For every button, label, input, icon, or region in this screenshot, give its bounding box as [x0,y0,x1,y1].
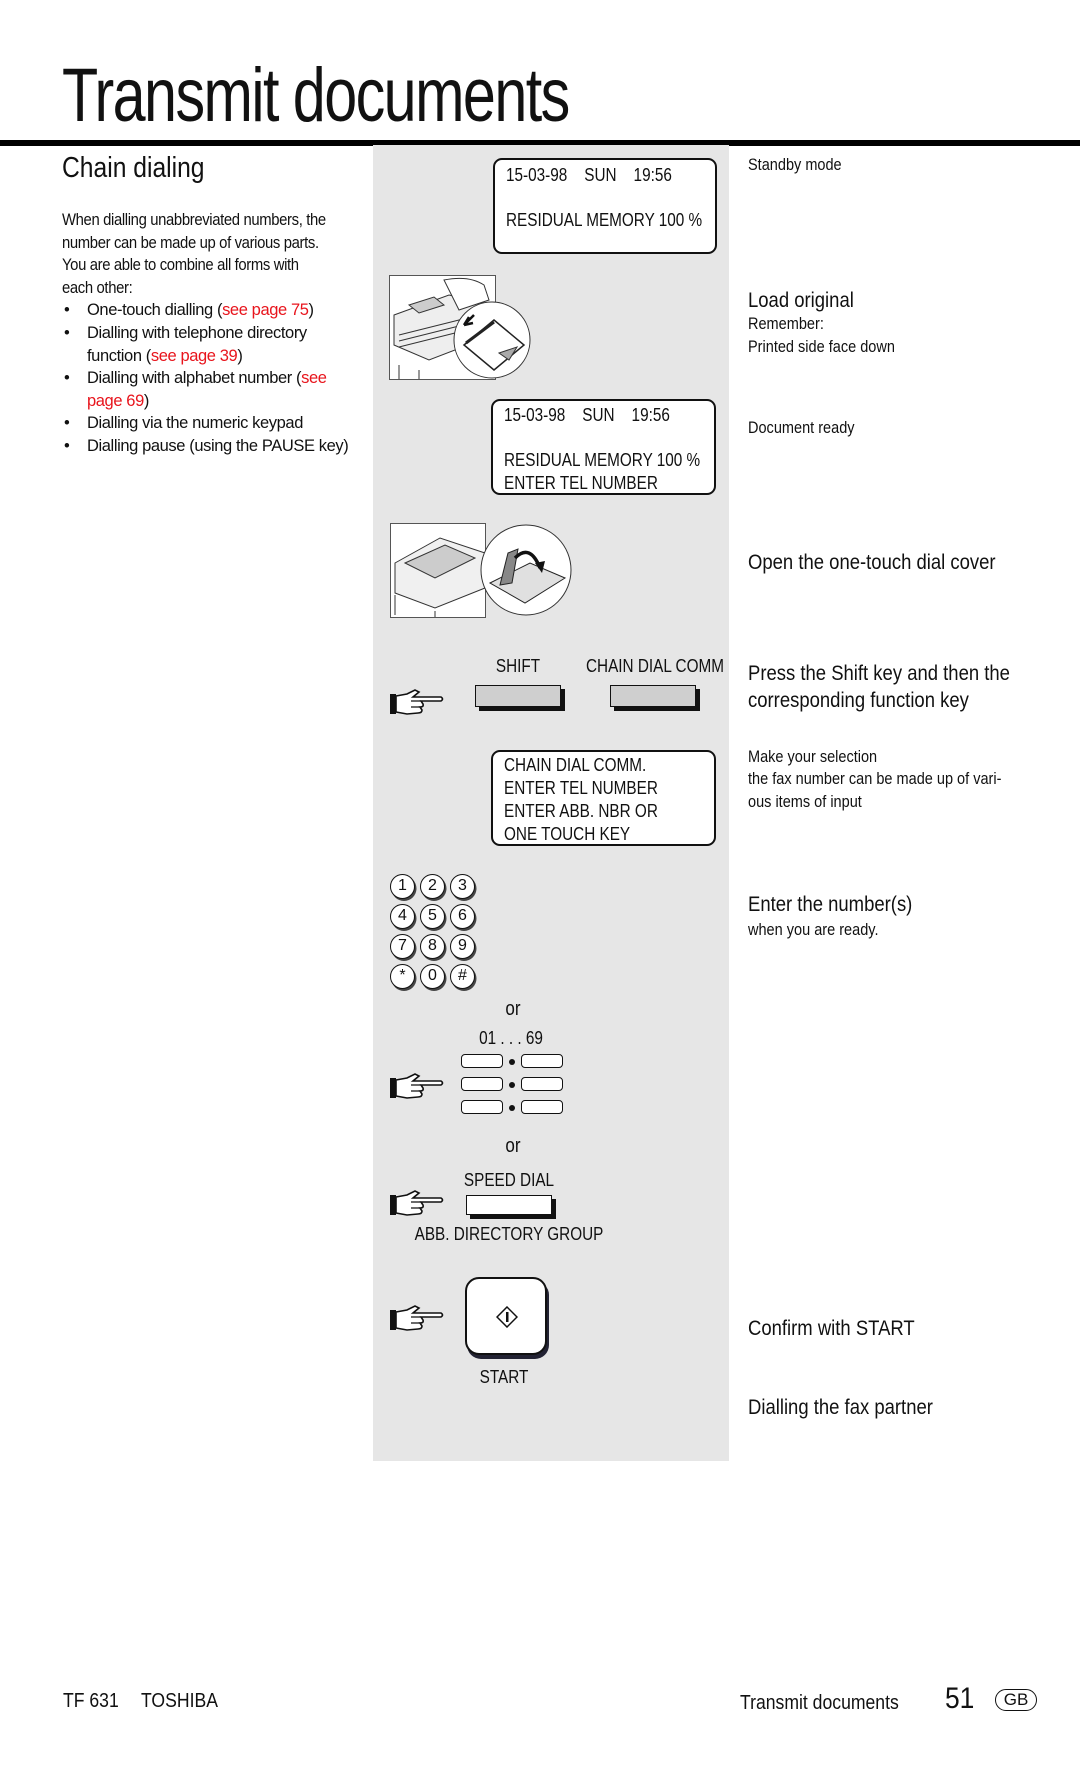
step-printed-side: Printed side face down [748,338,895,356]
bullet-item: Dialling pause (using the PAUSE key) [62,435,362,458]
step-dialling: Dialling the fax partner [748,1396,933,1419]
start-diamond-icon [496,1306,518,1328]
or-label: or [505,1135,521,1157]
intro-line: You are able to combine all forms with [62,256,299,275]
lcd-line: ENTER TEL NUMBER [504,473,658,493]
key-9[interactable]: 9 [450,934,475,959]
step-remember: Remember: [748,315,824,333]
chain-dial-comm-key[interactable] [610,685,696,707]
step-standby: Standby mode [748,156,842,174]
one-touch-key[interactable] [521,1077,563,1091]
dot [509,1059,515,1065]
key-3[interactable]: 3 [450,874,475,899]
key-6[interactable]: 6 [450,904,475,929]
intro-line: When dialling unabbreviated numbers, the [62,211,326,229]
step-make-selection: Make your selection [748,748,878,766]
page-link[interactable]: see page 39 [151,347,238,365]
section-title: Chain dialing [62,152,205,184]
step-confirm: Confirm with START [748,1317,915,1340]
dot [509,1082,515,1088]
key-hash[interactable]: # [450,964,475,989]
one-touch-key[interactable] [521,1100,563,1114]
pointing-hand-icon [390,1305,444,1331]
intro-text: When dialling unabbreviated numbers, the… [62,209,362,458]
lcd-line: 15-03-98 SUN 19:56 [506,165,672,185]
pointing-hand-icon [390,1190,444,1216]
abb-directory-group-label: ABB. DIRECTORY GROUP [414,1224,604,1244]
one-touch-key[interactable] [461,1100,503,1114]
intro-line: number can be made up of various parts. [62,233,319,252]
lcd-display-ready: 15-03-98 SUN 19:56 RESIDUAL MEMORY 100 %… [491,399,716,495]
intro-line: each other: [62,278,133,297]
shift-key-label: SHIFT [495,656,541,676]
page-number: 51 [945,1682,975,1715]
pointing-hand-icon [390,1073,444,1099]
lcd-display-chain: CHAIN DIAL COMM. ENTER TEL NUMBER ENTER … [491,750,716,846]
lcd-line: ENTER ABB. NBR OR [504,801,658,821]
key-2[interactable]: 2 [420,874,445,899]
lcd-display-standby: 15-03-98 SUN 19:56 RESIDUAL MEMORY 100 % [493,158,717,254]
load-original-illustration [389,275,531,380]
bullet-list: One-touch dialling (see page 75) Diallin… [62,299,362,457]
dot [509,1105,515,1111]
lcd-line: ENTER TEL NUMBER [504,778,658,798]
step-open-cover: Open the one-touch dial cover [748,551,996,574]
lcd-line: RESIDUAL MEMORY 100 % [506,210,703,230]
or-label: or [505,998,521,1020]
pointing-hand-icon [390,689,444,715]
speed-dial-key[interactable] [466,1195,552,1215]
key-0[interactable]: 0 [420,964,445,989]
step-document-ready: Document ready [748,419,855,437]
step-press-shift: Press the Shift key and then the [748,662,1010,685]
footer-brand: TOSHIBA [141,1690,218,1712]
page-link[interactable]: see [301,369,327,387]
key-star[interactable]: * [390,964,415,989]
bullet-item: Dialling via the numeric keypad [62,412,362,435]
lcd-line: RESIDUAL MEMORY 100 % [504,450,701,470]
key-4[interactable]: 4 [390,904,415,929]
footer-section: Transmit documents [740,1692,899,1714]
one-touch-range-label: 01 . . . 69 [479,1028,543,1048]
bullet-item: Dialling with alphabet number (seepage 6… [62,367,362,412]
speed-dial-label: SPEED DIAL [463,1170,555,1190]
step-make-selection-2: the fax number can be made up of vari- [748,770,1002,788]
lcd-line: CHAIN DIAL COMM. [504,755,647,775]
start-key[interactable] [465,1277,547,1355]
key-1[interactable]: 1 [390,874,415,899]
page-link[interactable]: see page 75 [222,301,309,319]
language-badge: GB [995,1689,1037,1711]
key-5[interactable]: 5 [420,904,445,929]
shift-key[interactable] [475,685,561,707]
chain-dial-key-label: CHAIN DIAL COMM [586,656,724,676]
page-title: Transmit documents [62,53,570,138]
step-make-selection-3: ous items of input [748,793,862,811]
one-touch-key[interactable] [461,1054,503,1068]
step-when-ready: when you are ready. [748,921,879,939]
start-key-label: START [479,1367,529,1387]
lcd-line: ONE TOUCH KEY [504,824,631,844]
lcd-line: 15-03-98 SUN 19:56 [504,405,670,425]
bullet-item: One-touch dialling (see page 75) [62,299,362,322]
step-load-original: Load original [748,289,854,312]
open-cover-illustration [390,523,572,618]
one-touch-key[interactable] [521,1054,563,1068]
key-8[interactable]: 8 [420,934,445,959]
step-enter-numbers: Enter the number(s) [748,893,913,916]
page-link[interactable]: page 69 [87,392,144,410]
bullet-item: Dialling with telephone directoryfunctio… [62,322,362,367]
key-7[interactable]: 7 [390,934,415,959]
footer-model: TF 631 [63,1690,119,1712]
step-press-shift-2: corresponding function key [748,689,969,712]
one-touch-key[interactable] [461,1077,503,1091]
